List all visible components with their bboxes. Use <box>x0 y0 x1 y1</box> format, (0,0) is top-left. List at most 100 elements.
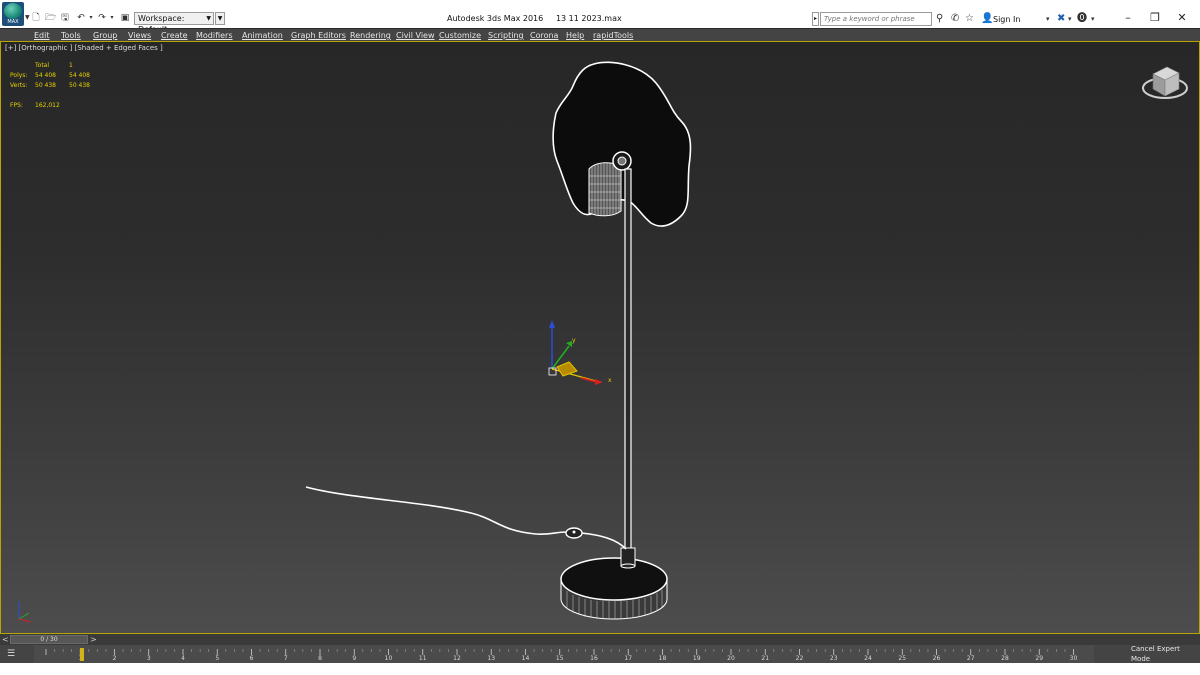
ruler-tick-label: 18 <box>659 655 667 662</box>
app-logo-icon <box>4 3 22 19</box>
ruler-tick-label: 16 <box>590 655 598 662</box>
ruler-tick-label: 27 <box>967 655 975 662</box>
user-icon[interactable]: 👤 <box>981 13 993 25</box>
cable-switch[interactable] <box>565 527 583 539</box>
menu-tools[interactable]: Tools <box>61 30 81 41</box>
ruler-tick-label: 30 <box>1070 655 1078 662</box>
menu-views[interactable]: Views <box>128 30 151 41</box>
chevron-down-icon[interactable]: ▾ <box>107 13 117 23</box>
ruler-tick-label: 19 <box>693 655 701 662</box>
lamp-base[interactable] <box>560 547 668 620</box>
menu-animation[interactable]: Animation <box>242 30 283 41</box>
new-file-icon[interactable]: 🗋 <box>31 13 41 23</box>
lamp-shade-cap[interactable] <box>588 162 622 217</box>
time-slider-prev-button[interactable]: < <box>2 634 9 645</box>
lamp-cable[interactable] <box>305 486 627 550</box>
close-icon[interactable]: ✕ <box>1172 9 1192 27</box>
ruler-tick-label: 10 <box>385 655 393 662</box>
chevron-down-icon[interactable]: ▾ <box>1068 13 1072 25</box>
restore-icon[interactable]: ❐ <box>1145 9 1165 27</box>
menu-create[interactable]: Create <box>161 30 188 41</box>
menu-modifiers[interactable]: Modifiers <box>196 30 233 41</box>
gizmo-z-arrow <box>549 320 555 328</box>
search-expand-button[interactable]: ▸ <box>812 12 819 26</box>
search-input[interactable] <box>820 12 932 26</box>
ruler-tick-label: 23 <box>830 655 838 662</box>
lamp-shade[interactable] <box>552 61 692 227</box>
chevron-down-icon[interactable]: ▾ <box>1046 13 1050 25</box>
save-file-icon[interactable]: 🖫 <box>60 13 70 23</box>
stats-fps-label: FPS: <box>10 102 23 109</box>
viewport-label-menu[interactable]: [+] [Orthographic ] [Shaded + Edged Face… <box>5 44 163 52</box>
ruler-tick-label: 26 <box>933 655 941 662</box>
menu-group[interactable]: Group <box>93 30 117 41</box>
current-frame-marker <box>80 648 84 661</box>
chevron-down-icon[interactable]: ▾ <box>86 13 96 23</box>
ruler-tick-label: 17 <box>624 655 632 662</box>
ruler-tick-label: 25 <box>898 655 906 662</box>
frame-ruler[interactable]: 1234567891011121314151617181920212223242… <box>34 645 1094 663</box>
ruler-tick-label: 4 <box>181 655 185 662</box>
stats-polys-selected: 54 408 <box>69 72 90 79</box>
viewcube[interactable] <box>1142 66 1188 99</box>
communication-center-icon[interactable]: ✆ <box>951 13 959 25</box>
window-title: Autodesk 3ds Max 2016 13 11 2023.max <box>447 14 622 23</box>
stats-polys-total: 54 408 <box>35 72 56 79</box>
gizmo-x-label: x <box>608 377 612 384</box>
ruler-tick-label: 29 <box>1035 655 1043 662</box>
cancel-expert-mode-button[interactable]: Cancel Expert Mode <box>1131 644 1200 664</box>
favorites-star-icon[interactable]: ☆ <box>965 13 974 25</box>
chevron-down-icon[interactable]: ▼ <box>25 14 30 21</box>
ruler-tick-label: 8 <box>318 655 322 662</box>
redo-icon[interactable]: ↷ <box>97 13 107 23</box>
menu-civil-view[interactable]: Civil View <box>396 30 435 41</box>
menu-scripting[interactable]: Scripting <box>488 30 524 41</box>
gizmo-y-label: y <box>572 337 576 344</box>
time-slider-thumb[interactable]: 0 / 30 <box>10 635 88 644</box>
sign-in-link[interactable]: Sign In <box>993 15 1020 24</box>
menu-graph-editors[interactable]: Graph Editors <box>291 30 346 41</box>
binoculars-icon[interactable]: ⚲ <box>936 13 943 25</box>
gizmo-xy-plane[interactable] <box>556 361 578 377</box>
app-menu-button[interactable]: MAX <box>2 2 24 26</box>
gizmo-x-arrow <box>595 379 603 385</box>
exchange-apps-icon[interactable]: ✖ <box>1057 13 1065 25</box>
title-bar: MAX ▼ 🗋 🗁 🖫 ↶ ▾ ↷ ▾ ▣ Workspace: Default… <box>0 0 1200 34</box>
chevron-down-icon[interactable]: ▾ <box>1091 13 1095 25</box>
stats-verts-label: Verts: <box>10 82 28 89</box>
ruler-tick-label: 20 <box>727 655 735 662</box>
scene-canvas[interactable]: y x <box>1 42 1200 634</box>
trackbar-menu-icon[interactable]: ☰ <box>7 649 19 659</box>
transform-gizmo[interactable]: y x <box>548 320 612 385</box>
minimize-icon[interactable]: – <box>1118 9 1138 27</box>
menu-rendering[interactable]: Rendering <box>350 30 391 41</box>
ruler-tick-label: 14 <box>522 655 530 662</box>
ruler-tick-label: 13 <box>487 655 495 662</box>
time-slider[interactable]: < 0 / 30 > <box>0 634 1200 645</box>
ruler-tick-label: 11 <box>419 655 427 662</box>
help-icon[interactable]: ⓿ <box>1077 13 1087 25</box>
project-folder-icon[interactable]: ▣ <box>120 13 130 23</box>
time-slider-next-button[interactable]: > <box>90 634 97 645</box>
viewport-orthographic[interactable]: y x [+] [Orthographic ] [Shaded + Edged … <box>0 41 1200 634</box>
workspace-options-button[interactable]: ▼ <box>215 12 225 25</box>
stats-fps-value: 162,012 <box>35 102 60 109</box>
menu-help[interactable]: Help <box>566 30 584 41</box>
undo-icon[interactable]: ↶ <box>76 13 86 23</box>
menu-customize[interactable]: Customize <box>439 30 481 41</box>
open-file-icon[interactable]: 🗁 <box>45 13 56 23</box>
stats-object-count: 1 <box>69 62 73 69</box>
menu-edit[interactable]: Edit <box>34 30 50 41</box>
world-axis-tripod <box>18 601 32 623</box>
menu-corona[interactable]: Corona <box>530 30 558 41</box>
lamp-pole[interactable] <box>624 168 632 555</box>
ruler-tick-label: 12 <box>453 655 461 662</box>
menu-rapidtools[interactable]: rapidTools <box>593 30 633 41</box>
workspace-dropdown[interactable]: Workspace: Default ▼ <box>134 12 214 34</box>
ruler-tick-label: 5 <box>215 655 219 662</box>
ruler-tick-label: 24 <box>864 655 872 662</box>
lamp-joint-bolt <box>617 156 627 166</box>
ruler-tick-label: 28 <box>1001 655 1009 662</box>
app-logo-text: MAX <box>7 19 19 25</box>
ruler-tick-label: 9 <box>352 655 356 662</box>
